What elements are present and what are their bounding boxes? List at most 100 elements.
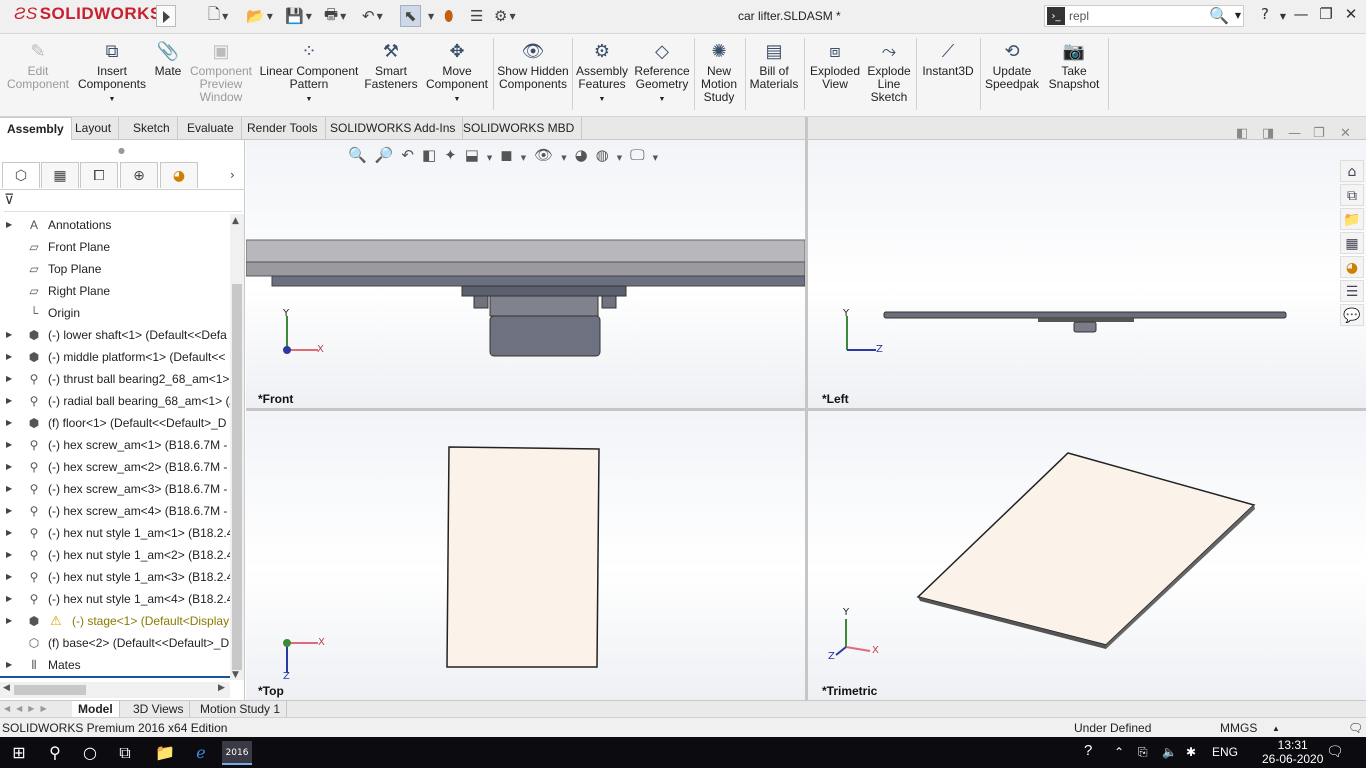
tree-item[interactable]: ▶ ⚲ (-) hex screw_am<3> (B18.6.7M - M: [0, 478, 230, 500]
tree-item[interactable]: ▶ ⚲ (-) hex nut style 1_am<3> (B18.2.4: [0, 566, 230, 588]
tree-item[interactable]: ▶ ⬢ (-) lower shaft<1> (Default<<Defa: [0, 324, 230, 346]
tree-item[interactable]: ⬡ (f) base<2> (Default<<Default>_D: [0, 632, 230, 654]
reference-geometry-button[interactable]: ◇ Reference Geometry ▼: [632, 38, 692, 114]
search-input[interactable]: [1069, 9, 1199, 23]
assembly-features-button[interactable]: ⚙ Assembly Features ▼: [574, 38, 630, 114]
move-component-button[interactable]: ✥ Move Component ▼: [424, 38, 490, 114]
viewport-minimize-icon[interactable]: —: [1288, 126, 1301, 141]
chevron-right-icon[interactable]: ›: [230, 168, 235, 182]
chevron-down-icon[interactable]: ▼: [653, 154, 658, 166]
tab-assembly[interactable]: Assembly: [0, 117, 72, 140]
expand-icon[interactable]: ▶: [6, 346, 12, 368]
tab-3d-views[interactable]: 3D Views: [127, 701, 191, 718]
scroll-up-icon[interactable]: ▲: [232, 216, 239, 226]
expand-icon[interactable]: ▶: [6, 390, 12, 412]
home-icon[interactable]: ⌂: [1340, 160, 1364, 182]
view-settings-icon[interactable]: 🖵: [630, 146, 644, 166]
menu-expand-button[interactable]: [156, 5, 176, 27]
expand-icon[interactable]: ▶: [6, 566, 12, 588]
tree-item[interactable]: ▶ ⬢ (-) middle platform<1> (Default<<: [0, 346, 230, 368]
tab-evaluate[interactable]: Evaluate: [180, 117, 242, 140]
viewport-trimetric[interactable]: Y X Z *Trimetric: [808, 411, 1366, 700]
viewport-splitter-horizontal[interactable]: [246, 408, 1366, 411]
rebuild-button[interactable]: ⬮: [444, 5, 453, 27]
expand-icon[interactable]: ▶: [6, 324, 12, 346]
file-explorer-icon[interactable]: 📁: [150, 741, 180, 765]
expand-icon[interactable]: ▶: [6, 456, 12, 478]
viewport-prev-icon[interactable]: ◧: [1236, 126, 1248, 141]
units-selector[interactable]: MMGS: [1220, 721, 1257, 735]
hide-show-items-icon[interactable]: 👁: [534, 146, 553, 166]
edit-appearance-icon[interactable]: ◕: [575, 146, 588, 166]
component-preview-button[interactable]: ▣ Component Preview Window: [188, 38, 254, 114]
zoom-to-fit-icon[interactable]: 🔍: [348, 146, 367, 166]
file-properties-button[interactable]: ☰: [470, 5, 483, 27]
insert-components-button[interactable]: ⧉ Insert Components ▼: [74, 38, 150, 114]
select-dropdown[interactable]: ▼: [426, 5, 434, 27]
network-icon[interactable]: ⎘: [1138, 745, 1148, 760]
tree-item[interactable]: ▶ ⚲ (-) hex nut style 1_am<1> (B18.2.4: [0, 522, 230, 544]
linear-pattern-button[interactable]: ⁘ Linear Component Pattern ▼: [258, 38, 360, 114]
expand-icon[interactable]: ▶: [6, 412, 12, 434]
options-button[interactable]: ⚙ ▼: [494, 5, 516, 27]
chat-icon[interactable]: 🗨: [1348, 721, 1363, 735]
viewport-next-icon[interactable]: ◨: [1262, 126, 1274, 141]
windows-start-icon[interactable]: ⊞: [4, 741, 34, 765]
tree-horizontal-scrollbar[interactable]: ◀ ▶: [0, 682, 230, 698]
expand-icon[interactable]: ▶: [6, 500, 12, 522]
show-hidden-button[interactable]: 👁 Show Hidden Components: [496, 38, 570, 114]
dynamic-annotation-icon[interactable]: ✦: [444, 146, 457, 166]
tree-item[interactable]: ▶ ⚲ (-) hex screw_am<1> (B18.6.7M - M: [0, 434, 230, 456]
help-tray-icon[interactable]: ?: [1084, 742, 1092, 759]
minimize-button[interactable]: —: [1290, 5, 1312, 23]
expand-icon[interactable]: ▶: [6, 214, 12, 236]
bill-of-materials-button[interactable]: ▤ Bill of Materials: [748, 38, 800, 114]
scroll-thumb[interactable]: [14, 685, 86, 695]
expand-icon[interactable]: ▶: [6, 544, 12, 566]
taskbar-clock[interactable]: 13:31 26-06-2020: [1262, 738, 1323, 766]
apply-scene-icon[interactable]: ◍: [596, 146, 609, 166]
custom-properties-icon[interactable]: ☰: [1340, 280, 1364, 302]
tree-item[interactable]: ▶ ⚲ (-) thrust ball bearing2_68_am<1>: [0, 368, 230, 390]
tab-motion-study[interactable]: Motion Study 1: [194, 701, 288, 718]
section-view-icon[interactable]: ◧: [422, 146, 436, 166]
tree-item[interactable]: └ Origin: [0, 302, 230, 324]
expand-icon[interactable]: ▶: [6, 588, 12, 610]
chevron-down-icon[interactable]: ▼: [561, 154, 566, 166]
language-indicator[interactable]: ENG: [1212, 745, 1238, 759]
viewport-top[interactable]: X Z *Top: [246, 411, 805, 700]
expand-icon[interactable]: ▶: [6, 478, 12, 500]
configuration-manager-tab[interactable]: ⧠: [80, 162, 118, 188]
tree-item[interactable]: ▶ ⚲ (-) hex nut style 1_am<2> (B18.2.4: [0, 544, 230, 566]
tree-vertical-scrollbar[interactable]: ▲ ▼: [230, 214, 244, 680]
search-icon[interactable]: ⚲: [40, 741, 70, 765]
tree-item[interactable]: ▱ Front Plane: [0, 236, 230, 258]
chevron-up-icon[interactable]: ⌃: [1114, 745, 1124, 759]
notifications-icon[interactable]: 🗨: [1326, 743, 1344, 760]
dimxpert-tab[interactable]: ⊕: [120, 162, 158, 188]
chevron-down-icon[interactable]: ▼: [617, 154, 622, 166]
zoom-to-area-icon[interactable]: 🔎: [375, 146, 394, 166]
save-button[interactable]: 💾 ▼: [285, 5, 312, 27]
instant3d-button[interactable]: ⟋ Instant3D: [918, 38, 978, 114]
search-commands[interactable]: ›_ 🔍 ▼: [1044, 5, 1244, 27]
open-document-button[interactable]: 📂 ▼: [246, 5, 273, 27]
view-palette-icon[interactable]: ▦: [1340, 232, 1364, 254]
viewport-restore-icon[interactable]: ❐: [1313, 126, 1325, 141]
expand-icon[interactable]: ▶: [6, 434, 12, 456]
tab-navigation-icon[interactable]: ◀◀▶▶: [4, 704, 53, 713]
file-explorer-icon[interactable]: 📁: [1340, 208, 1364, 230]
scroll-right-icon[interactable]: ▶: [218, 683, 225, 693]
restore-button[interactable]: ❐: [1315, 5, 1337, 23]
appearances-icon[interactable]: ◕: [1340, 256, 1364, 278]
expand-icon[interactable]: ▶: [6, 610, 12, 632]
panel-grip-icon[interactable]: ●: [118, 146, 125, 155]
tree-item[interactable]: ▶ ⚲ (-) hex screw_am<2> (B18.6.7M - M: [0, 456, 230, 478]
tree-item[interactable]: ▶ A Annotations: [0, 214, 230, 236]
tab-mbd[interactable]: SOLIDWORKS MBD: [456, 117, 583, 140]
chevron-down-icon[interactable]: ▼: [1235, 11, 1241, 20]
tab-sketch[interactable]: Sketch: [126, 117, 178, 140]
scroll-thumb[interactable]: [232, 284, 242, 670]
mate-button[interactable]: 📎 Mate: [152, 38, 184, 114]
close-button[interactable]: ✕: [1340, 5, 1362, 23]
